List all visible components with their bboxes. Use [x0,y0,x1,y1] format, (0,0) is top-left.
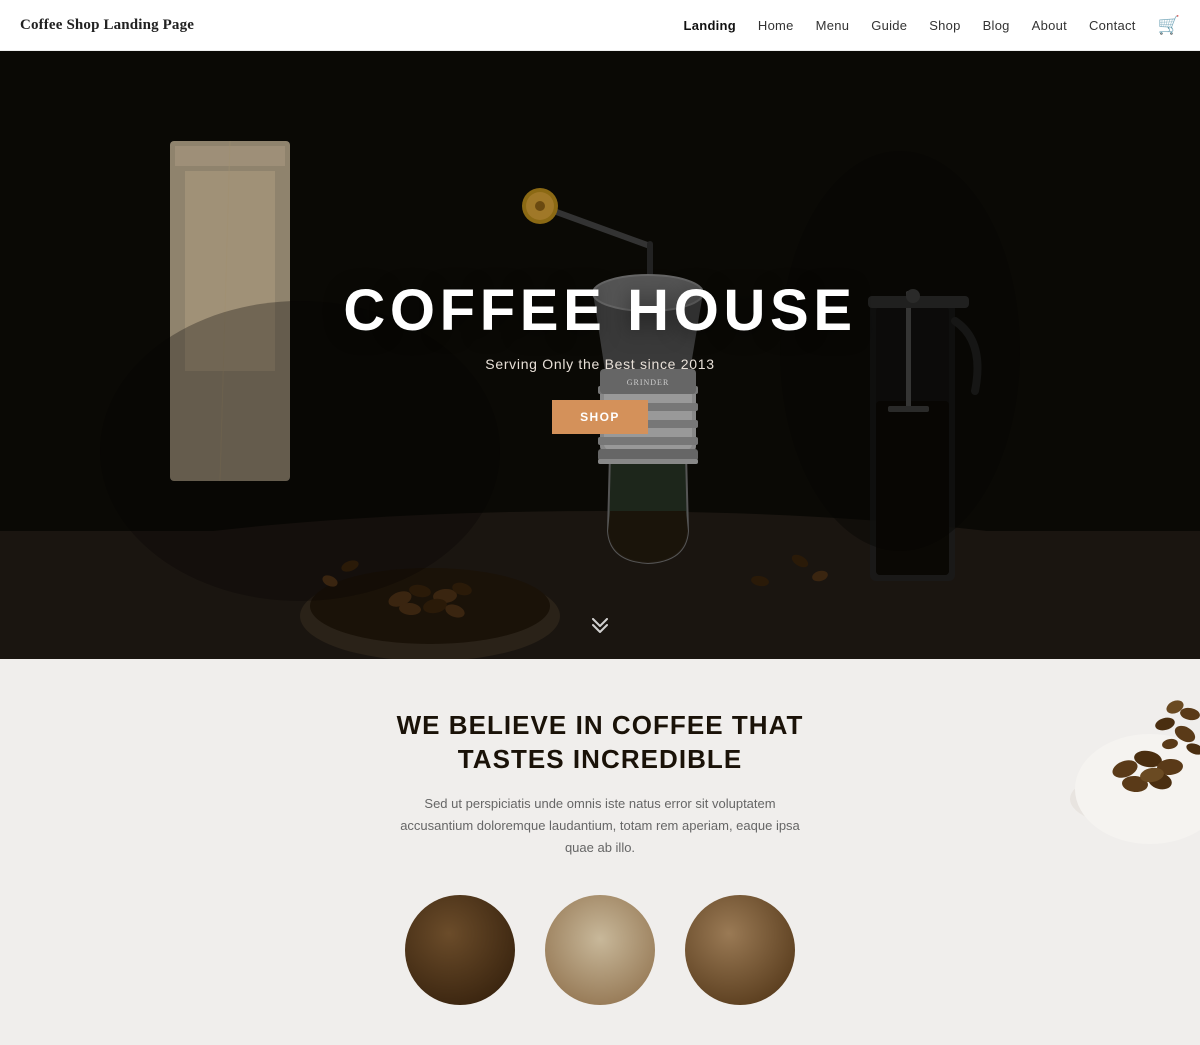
scroll-indicator[interactable] [589,615,611,637]
shop-button[interactable]: SHOP [552,400,648,434]
site-title: Coffee Shop Landing Page [20,17,194,34]
nav-guide[interactable]: Guide [871,18,907,33]
hero-title: COFFEE HOUSE [343,277,856,344]
nav-landing[interactable]: Landing [684,18,736,33]
nav-home[interactable]: Home [758,18,794,33]
circle-item-1 [405,895,515,1005]
nav-contact[interactable]: Contact [1089,18,1136,33]
scroll-chevrons [589,615,611,637]
hero-subtitle: Serving Only the Best since 2013 [343,356,856,372]
beans-decoration [1000,659,1200,879]
cart-icon[interactable]: 🛒 [1158,15,1180,36]
nav-blog[interactable]: Blog [983,18,1010,33]
lower-heading: WE BELIEVE IN COFFEE THAT TASTES INCREDI… [350,709,850,777]
site-header: Coffee Shop Landing Page Landing Home Me… [0,0,1200,51]
nav-about[interactable]: About [1032,18,1067,33]
nav-menu[interactable]: Menu [816,18,850,33]
circle-item-2 [545,895,655,1005]
circle-item-3 [685,895,795,1005]
circles-row [405,895,795,1005]
hero-content: COFFEE HOUSE Serving Only the Best since… [343,277,856,434]
hero-section: GRINDER [0,51,1200,659]
lower-body-text: Sed ut perspiciatis unde omnis iste natu… [390,793,810,859]
main-nav: Landing Home Menu Guide Shop Blog About … [684,15,1180,36]
lower-section: WE BELIEVE IN COFFEE THAT TASTES INCREDI… [0,659,1200,1045]
nav-shop[interactable]: Shop [929,18,960,33]
